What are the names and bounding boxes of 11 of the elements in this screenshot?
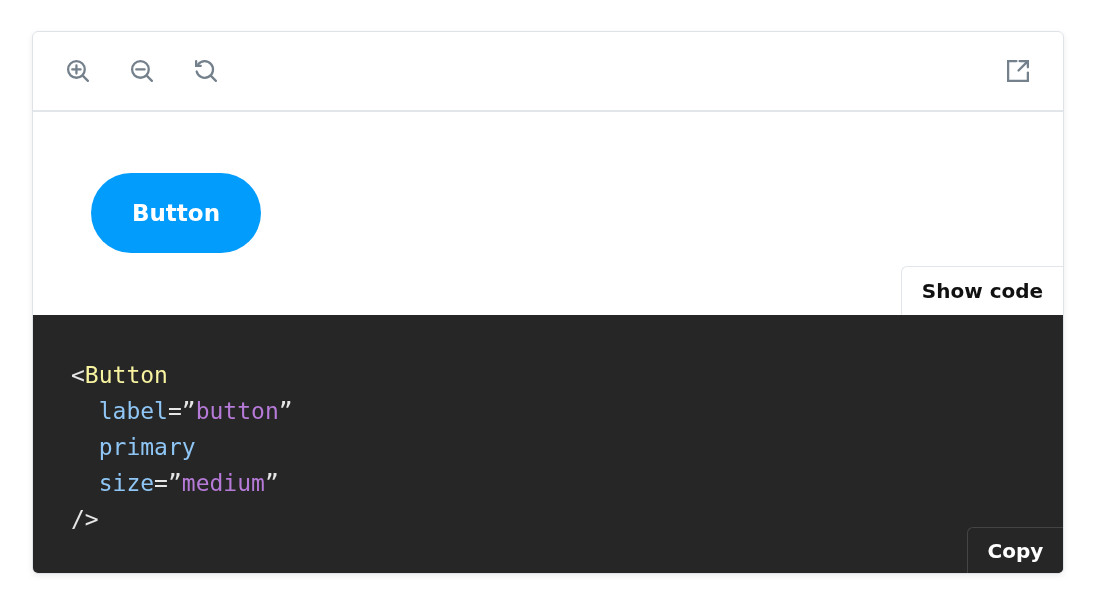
zoom-out-icon[interactable] — [129, 58, 155, 84]
external-link-icon[interactable] — [1005, 58, 1031, 84]
code-line: primary — [97, 433, 196, 462]
reset-icon[interactable] — [193, 58, 219, 84]
copy-button[interactable]: Copy — [967, 527, 1063, 573]
code-line: label=”button” — [97, 397, 293, 426]
zoom-in-icon[interactable] — [65, 58, 91, 84]
code-line: size=”medium” — [97, 469, 279, 498]
code-line: <Button — [71, 361, 168, 390]
show-code-tab[interactable]: Show code — [901, 266, 1063, 315]
code-line: /> — [71, 505, 99, 534]
